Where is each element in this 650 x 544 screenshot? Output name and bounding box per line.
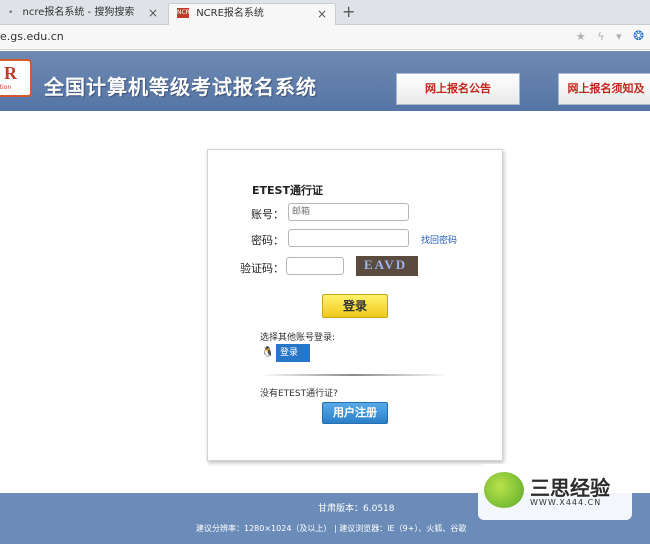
url-field[interactable]: e.gs.edu.cn <box>0 30 64 43</box>
login-title: ETEST通行证 <box>252 184 323 197</box>
qq-login-label: 登录 <box>280 348 299 358</box>
password-input[interactable] <box>288 229 409 247</box>
tab-sogou-search[interactable]: • ncre报名系统 - 搜狗搜索 × <box>0 3 166 25</box>
close-icon[interactable]: × <box>317 4 327 24</box>
paw-icon[interactable]: ❂ <box>633 29 644 44</box>
tab-ncre[interactable]: NCRE NCRE报名系统 × <box>168 3 336 25</box>
tab-dot-icon: • <box>8 8 14 18</box>
address-bar: e.gs.edu.cn ★ ϟ ▾ ❂ <box>0 25 650 50</box>
forgot-password-link[interactable]: 找回密码 <box>421 233 457 246</box>
page-title: 全国计算机等级考试报名系统 <box>44 75 317 99</box>
site-banner: R ation 全国计算机等级考试报名系统 网上报名公告 网上报名须知及 <box>0 51 650 111</box>
logo-text: ation <box>0 84 12 91</box>
qq-login-button[interactable]: 🐧 登录 <box>260 344 310 362</box>
version-text: 甘肃版本：6.0518 <box>318 504 395 514</box>
password-label: 密码： <box>251 234 284 247</box>
watermark: 三思经验 WWW.X444.CN <box>478 464 632 520</box>
instructions-button[interactable]: 网上报名须知及 <box>558 73 650 105</box>
no-account-text: 没有ETEST通行证? <box>260 389 338 399</box>
watermark-logo-icon <box>484 472 524 508</box>
captcha-text: EAVD <box>364 257 408 272</box>
new-tab-icon[interactable]: + <box>342 2 355 21</box>
account-input[interactable] <box>288 203 409 221</box>
address-bar-icons: ★ ϟ ▾ ❂ <box>568 29 644 44</box>
logo-letter: R <box>4 63 17 83</box>
account-label: 账号： <box>251 208 284 221</box>
captcha-input[interactable] <box>286 257 344 275</box>
captcha-image[interactable]: EAVD <box>356 256 418 276</box>
bolt-icon[interactable]: ϟ <box>597 30 604 43</box>
qq-icon: 🐧 <box>260 344 276 362</box>
tab-label: ncre报名系统 - 搜狗搜索 <box>22 7 135 18</box>
star-icon[interactable]: ★ <box>576 30 586 43</box>
suggestion-text: 建议分辨率：1280×1024（及以上） | 建议浏览器：IE（9+）、火狐、谷… <box>196 524 467 533</box>
other-login-label: 选择其他账号登录: <box>260 333 336 343</box>
close-icon[interactable]: × <box>148 3 158 23</box>
login-card: ETEST通行证 账号： 密码： 找回密码 验证码： EAVD 登录 选择其他账… <box>207 149 503 461</box>
divider <box>260 374 448 376</box>
login-button[interactable]: 登录 <box>322 294 388 318</box>
ncre-favicon-icon: NCRE <box>177 8 194 18</box>
captcha-label: 验证码： <box>240 262 284 275</box>
announcement-button[interactable]: 网上报名公告 <box>396 73 520 105</box>
tab-label: NCRE报名系统 <box>196 8 264 19</box>
tab-bar: • ncre报名系统 - 搜狗搜索 × NCRE NCRE报名系统 × + <box>0 0 650 25</box>
register-button[interactable]: 用户注册 <box>322 402 388 424</box>
dropdown-icon[interactable]: ▾ <box>616 30 622 43</box>
watermark-url: WWW.X444.CN <box>530 498 602 507</box>
ncre-logo: R ation <box>0 59 32 97</box>
watermark-text: 三思经验 <box>530 476 610 500</box>
